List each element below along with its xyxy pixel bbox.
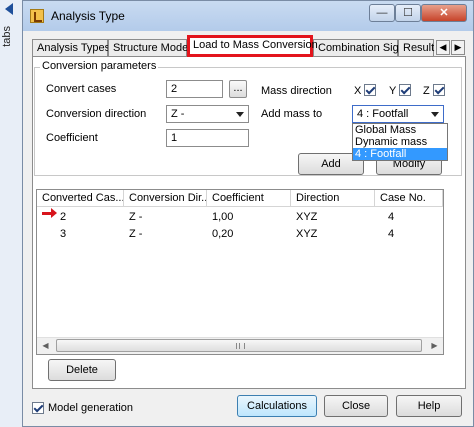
side-tab-label[interactable]: tabs — [1, 26, 13, 47]
convert-cases-label: Convert cases — [46, 83, 117, 95]
coefficient-field[interactable]: 1 — [166, 129, 249, 147]
help-button[interactable]: Help — [396, 395, 462, 417]
mass-x-checkbox[interactable] — [364, 84, 376, 96]
mass-direction-label: Mass direction — [261, 85, 332, 97]
horizontal-scrollbar[interactable]: ◀ ▶ — [37, 337, 443, 354]
conversion-direction-label: Conversion direction — [46, 108, 147, 120]
coefficient-label: Coefficient — [46, 132, 98, 144]
mass-x-label: X — [354, 85, 362, 97]
model-generation-label: Model generation — [48, 402, 134, 414]
checkmark-icon — [434, 84, 445, 95]
tab-analysis-types[interactable]: Analysis Types — [32, 39, 110, 56]
cell-converted-case: 3 — [60, 228, 67, 240]
dropdown-option-global-mass[interactable]: Global Mass — [353, 124, 447, 136]
dropdown-option-dynamic-mass[interactable]: Dynamic mass — [353, 136, 447, 148]
checkmark-icon — [400, 84, 411, 95]
chevron-down-icon — [236, 112, 244, 117]
scroll-left-arrow-icon[interactable]: ◀ — [37, 338, 54, 354]
tab-scroll-left-button[interactable]: ◀ — [436, 40, 450, 55]
cell-conversion-direction: Z - — [129, 228, 143, 240]
mass-z-label: Z — [423, 85, 430, 97]
column-header-conversion-direction[interactable]: Conversion Dir... — [124, 190, 207, 207]
close-window-button[interactable]: ✕ — [421, 4, 467, 22]
cell-case-no: 4 — [388, 228, 395, 240]
dropdown-option-footfall[interactable]: 4 : Footfall — [353, 148, 447, 160]
browse-cases-button[interactable]: ... — [229, 80, 247, 98]
maximize-button[interactable]: ☐ — [395, 4, 421, 22]
tab-load-to-mass-conversion[interactable]: Load to Mass Conversion — [187, 35, 318, 57]
chevron-down-icon — [431, 112, 439, 117]
app-icon — [30, 9, 44, 23]
column-header-case-no[interactable]: Case No. — [375, 190, 443, 207]
group-title: Conversion parameters — [40, 60, 159, 72]
side-panel-strip: tabs — [0, 0, 23, 427]
delete-button[interactable]: Delete — [48, 359, 116, 381]
add-mass-to-dropdown: Global Mass Dynamic mass 4 : Footfall — [352, 123, 448, 161]
cell-direction: XYZ — [296, 211, 318, 223]
conversion-list[interactable]: Converted Cas... Conversion Dir... Coeff… — [36, 189, 444, 355]
cell-coefficient: 1,00 — [212, 211, 234, 223]
title-bar: Analysis Type — ☐ ✕ — [23, 1, 473, 31]
scrollbar-thumb[interactable] — [56, 339, 422, 352]
add-mass-to-value: 4 : Footfall — [357, 108, 409, 120]
scroll-right-arrow-icon[interactable]: ▶ — [426, 338, 443, 354]
add-mass-to-select[interactable]: 4 : Footfall — [352, 105, 444, 123]
checkmark-icon — [33, 402, 44, 413]
column-header-coefficient[interactable]: Coefficient — [207, 190, 291, 207]
minimize-button[interactable]: — — [369, 4, 395, 22]
calculations-button[interactable]: Calculations — [237, 395, 317, 417]
conversion-direction-select[interactable]: Z - — [166, 105, 249, 123]
grip-icon — [236, 343, 245, 349]
cell-case-no: 4 — [388, 211, 395, 223]
mass-z-checkbox[interactable] — [433, 84, 445, 96]
cell-conversion-direction: Z - — [129, 211, 143, 223]
cell-direction: XYZ — [296, 228, 318, 240]
column-header-direction[interactable]: Direction — [291, 190, 375, 207]
column-header-converted-cases[interactable]: Converted Cas... — [37, 190, 124, 207]
convert-cases-field[interactable]: 2 — [166, 80, 223, 98]
cell-converted-case: 2 — [60, 211, 67, 223]
close-button[interactable]: Close — [324, 395, 388, 417]
tab-result[interactable]: Result — [398, 39, 434, 56]
tab-scroll-right-button[interactable]: ▶ — [451, 40, 465, 55]
add-mass-to-label: Add mass to — [261, 108, 323, 120]
checkmark-icon — [365, 84, 376, 95]
tab-combination-sign[interactable]: Combination Sign — [313, 39, 405, 56]
tab-structure-model[interactable]: Structure Model — [108, 39, 191, 56]
mass-y-checkbox[interactable] — [399, 84, 411, 96]
model-generation-checkbox[interactable] — [32, 402, 44, 414]
window-title: Analysis Type — [51, 9, 125, 23]
conversion-direction-value: Z - — [171, 108, 185, 120]
cell-coefficient: 0,20 — [212, 228, 234, 240]
mass-y-label: Y — [389, 85, 397, 97]
collapse-arrow-icon[interactable] — [5, 3, 13, 15]
current-row-arrow-icon — [42, 208, 57, 218]
